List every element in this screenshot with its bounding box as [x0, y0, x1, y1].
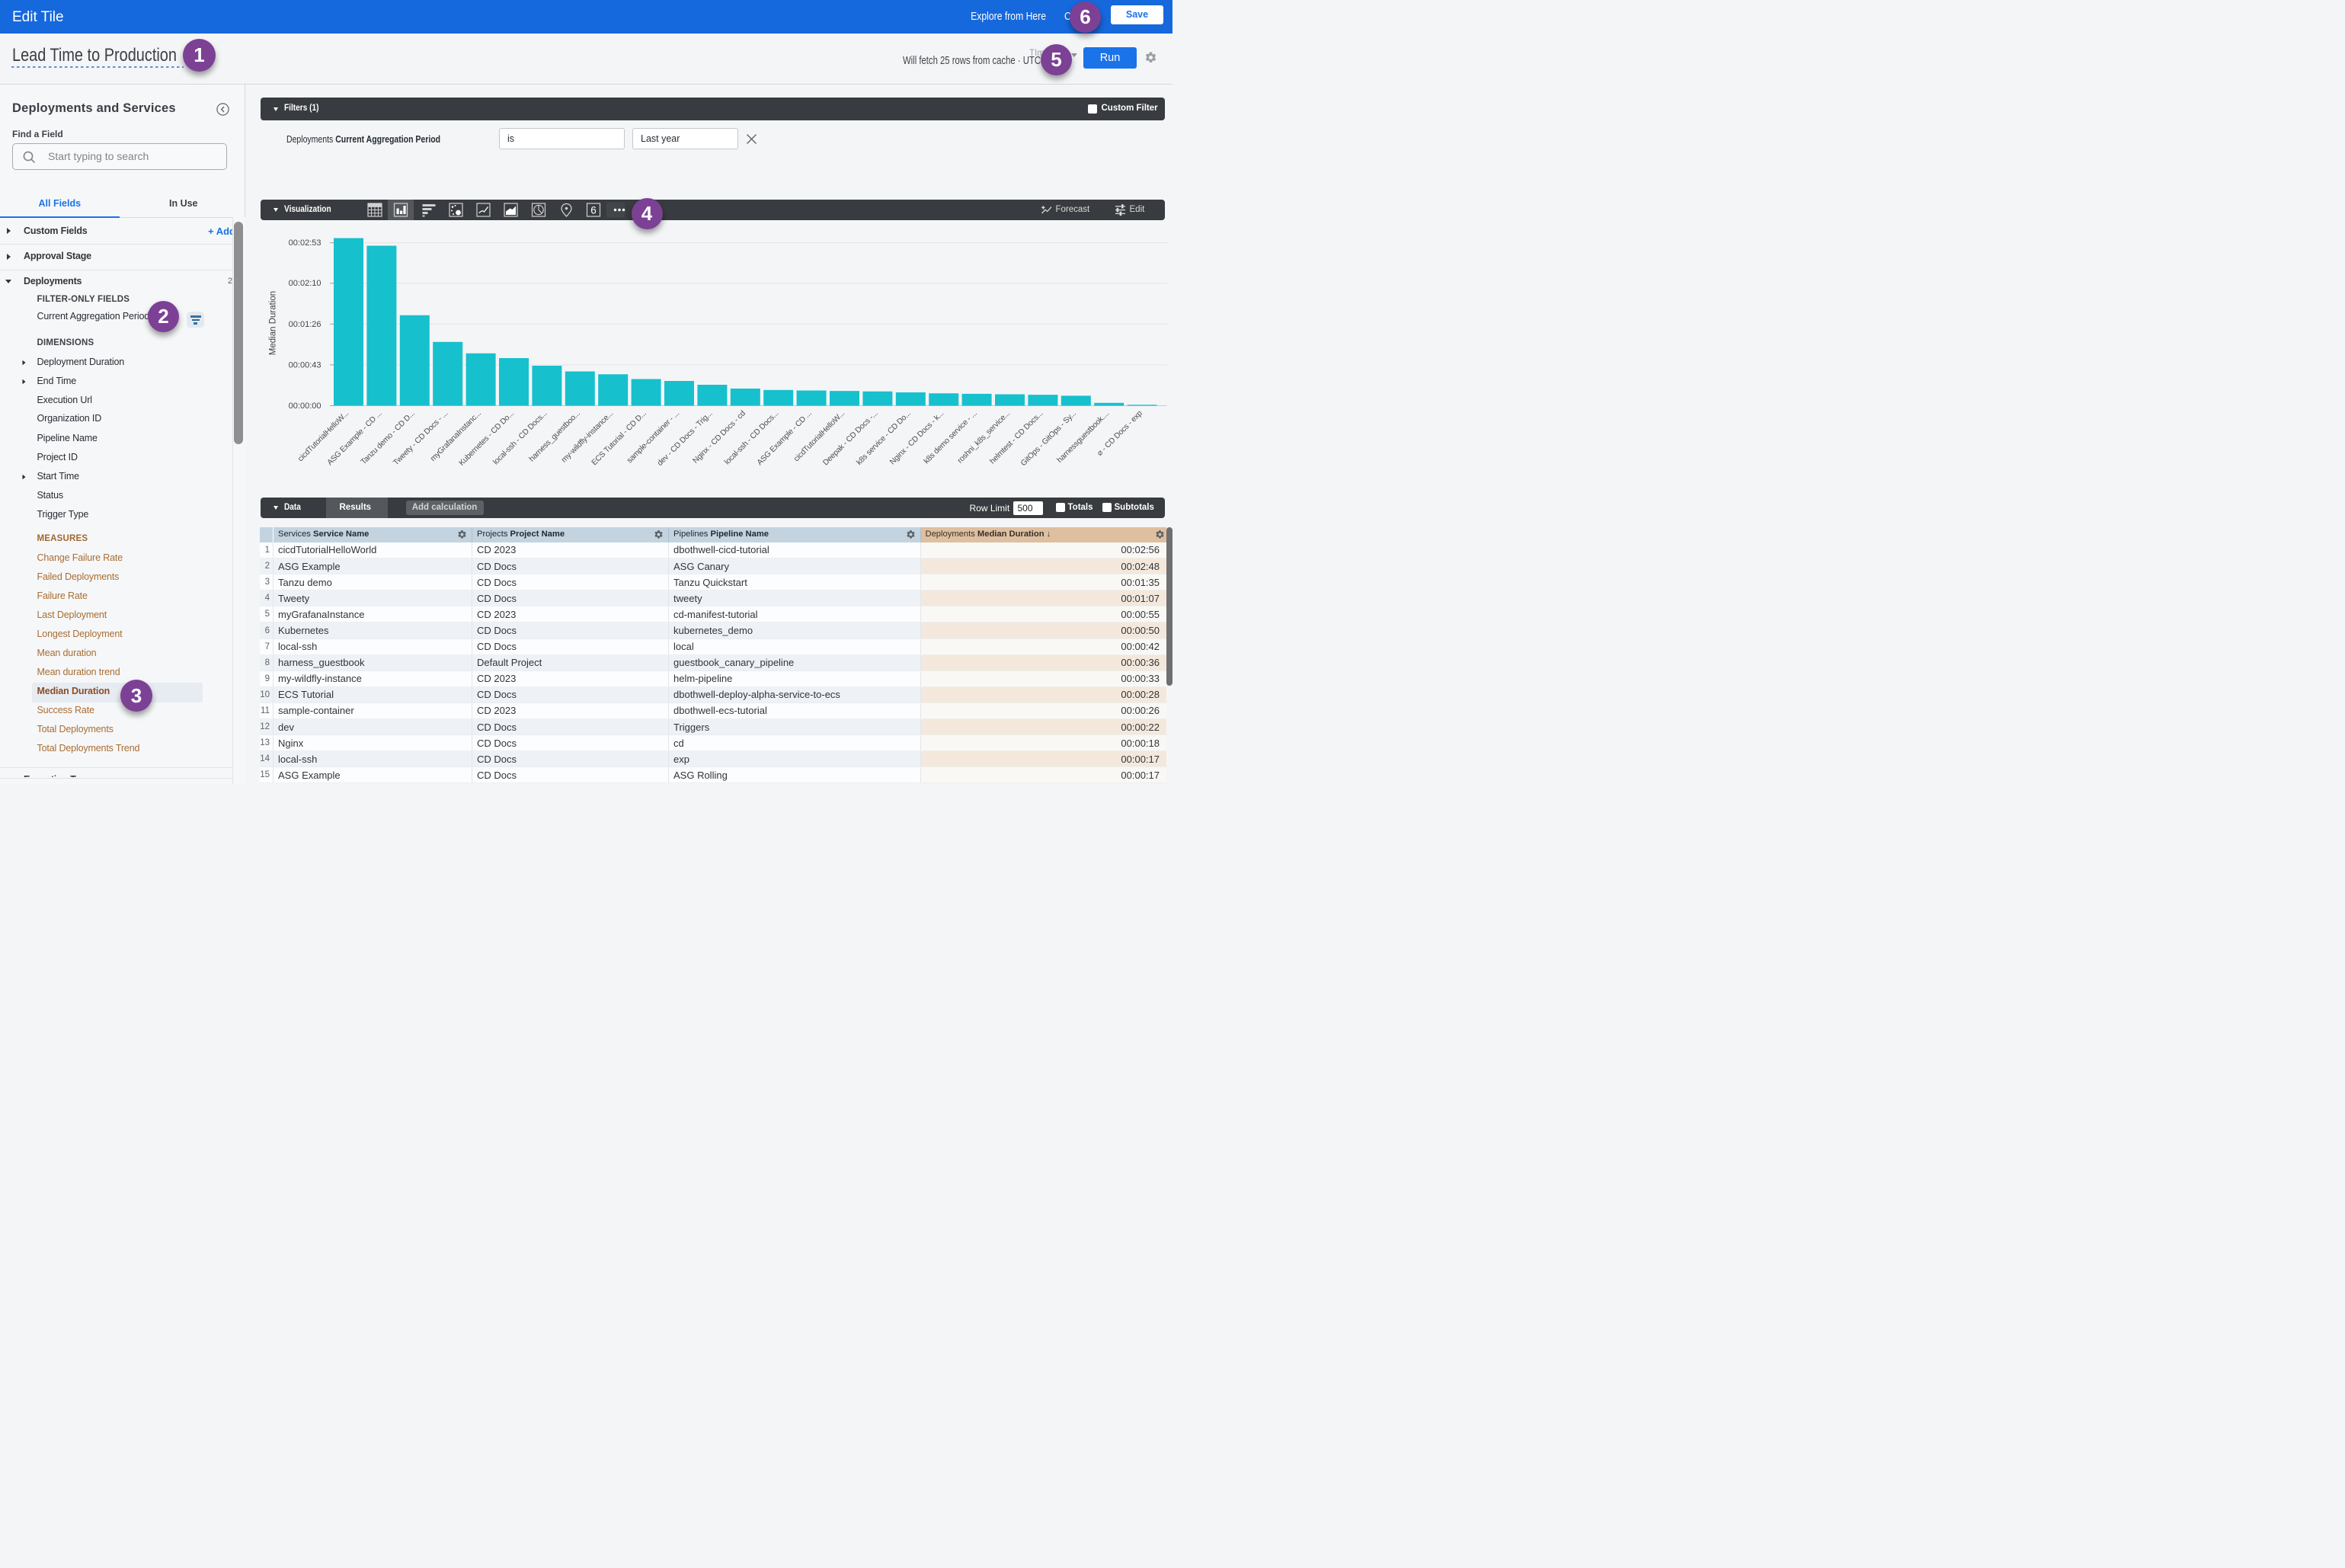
svg-text:GitOps - GitOps - Sy...: GitOps - GitOps - Sy...: [1019, 409, 1078, 468]
svg-text:ASG Example - CD ...: ASG Example - CD ...: [756, 409, 814, 467]
svg-text:ECS Tutorial - CD D...: ECS Tutorial - CD D...: [590, 409, 648, 467]
svg-text:00:00:00: 00:00:00: [289, 402, 322, 411]
svg-text:Kubernetes - CD Do...: Kubernetes - CD Do...: [458, 409, 516, 467]
svg-text:Median Duration: Median Duration: [269, 291, 278, 355]
svg-text:k8s service - CD Do...: k8s service - CD Do...: [855, 409, 912, 466]
svg-text:00:01:26: 00:01:26: [289, 320, 322, 329]
svg-text:6: 6: [590, 205, 597, 216]
svg-text:Deepak - CD Docs -...: Deepak - CD Docs -...: [821, 409, 879, 467]
svg-text:Tweety - CD Docs - ...: Tweety - CD Docs - ...: [392, 409, 449, 467]
svg-text:dev - CD Docs - Trig...: dev - CD Docs - Trig...: [656, 409, 715, 468]
svg-text:00:02:53: 00:02:53: [289, 238, 322, 248]
svg-text:00:02:10: 00:02:10: [289, 279, 322, 288]
svg-text:00:00:43: 00:00:43: [289, 360, 322, 370]
svg-text:ASG Example - CD ...: ASG Example - CD ...: [326, 409, 384, 467]
